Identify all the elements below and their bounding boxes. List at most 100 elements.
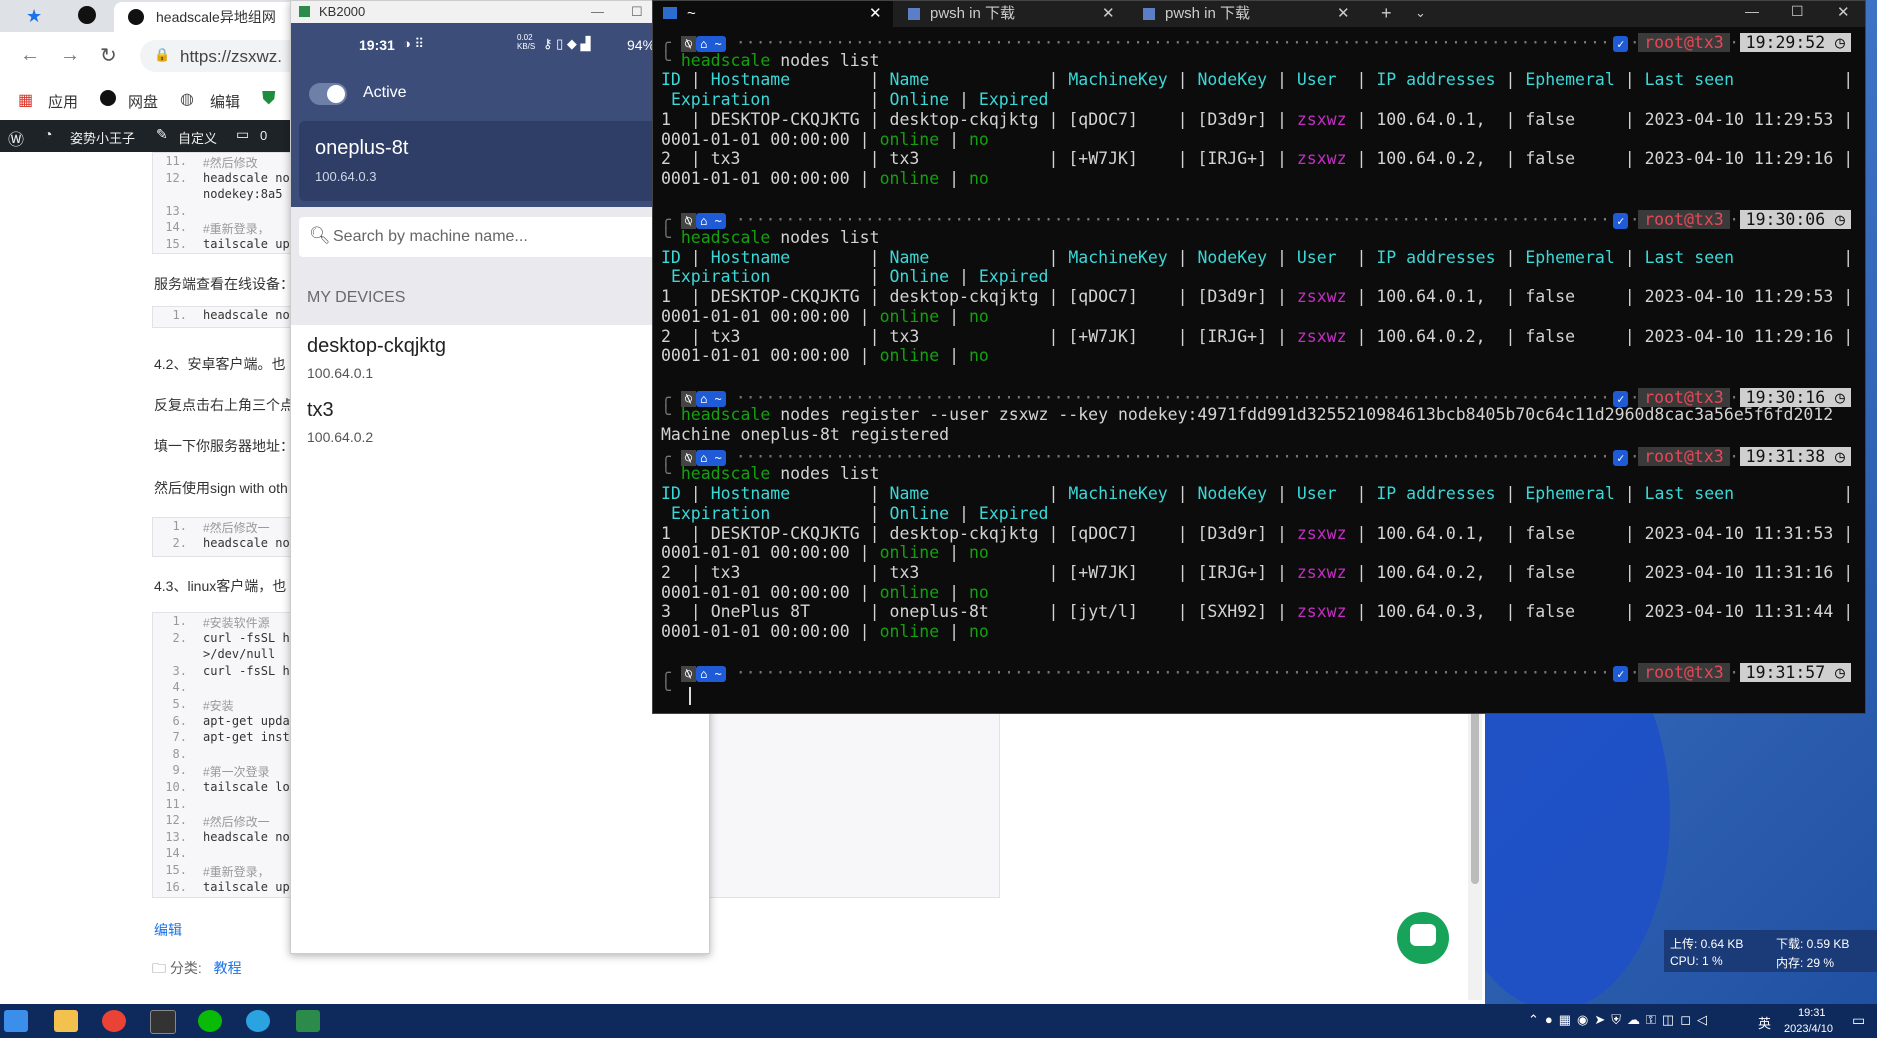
terminal-tab[interactable]: pwsh in 下载 ✕	[1133, 1, 1363, 27]
network-speed: 0.02 KB/S	[517, 33, 536, 51]
prompt-user: root@tx3	[1638, 387, 1730, 407]
command-args: nodes list	[770, 464, 880, 484]
maximize-icon[interactable]: ☐	[631, 1, 643, 23]
code-line: 14. #重新登录，	[153, 219, 293, 236]
close-tab-icon[interactable]: ✕	[1102, 1, 1115, 27]
telegram-icon[interactable]	[246, 1010, 270, 1032]
line-number: 1.	[172, 614, 187, 628]
line-number: 15.	[165, 236, 187, 251]
taskbar-clock[interactable]: 19:31	[1798, 1007, 1826, 1019]
maximize-icon[interactable]: ☐	[1791, 3, 1804, 20]
star-icon[interactable]: ★	[26, 6, 42, 27]
windows-start-icon[interactable]	[4, 1010, 28, 1032]
command-line: ╰ headscale nodes list	[661, 228, 880, 247]
cell-machinekey: [qDOC7]	[1068, 287, 1168, 307]
reload-icon[interactable]: ↻	[100, 43, 117, 68]
cell-user: zsxwz	[1296, 562, 1347, 582]
cell-lastseen: 2023-04-10 11:29:53	[1644, 109, 1834, 129]
line-number: 5.	[172, 696, 187, 711]
line-number: 2.	[172, 630, 187, 645]
cell-name: tx3	[889, 149, 1039, 169]
new-tab-icon[interactable]: +	[1381, 3, 1392, 24]
cell-nodekey: [SXH92]	[1197, 602, 1268, 622]
device-item[interactable]: desktop-ckqjktg 100.64.0.1	[291, 325, 709, 389]
line-number: 3.	[172, 663, 187, 678]
col-header: Hostname	[710, 484, 860, 504]
cell-ephemeral: false	[1525, 326, 1615, 346]
category-link[interactable]: 教程	[214, 960, 242, 976]
wp-customize[interactable]: 自定义	[178, 128, 217, 147]
cell-ip: 100.64.0.2,	[1376, 326, 1496, 346]
cell-ip: 100.64.0.1,	[1376, 109, 1496, 129]
col-header: Ephemeral	[1525, 484, 1615, 504]
search-input[interactable]: 🔍︎ Search by machine name...	[299, 217, 701, 257]
cell-nodekey: [D3d9r]	[1197, 287, 1268, 307]
code-text: tailscale up -	[203, 236, 305, 251]
cell-expired: no	[968, 543, 989, 563]
url-text: https://zsxwz.	[180, 47, 283, 66]
this-node-card[interactable]: oneplus-8t 100.64.0.3	[299, 121, 701, 201]
wordpress-logo-icon[interactable]: Ⓦ	[8, 126, 24, 150]
android-mirror-icon[interactable]	[296, 1010, 320, 1032]
active-toggle[interactable]	[309, 83, 347, 105]
extension-icon[interactable]	[78, 6, 96, 24]
close-tab-icon[interactable]: ✕	[1337, 1, 1350, 27]
terminal-tab-active[interactable]: ~ ✕	[653, 1, 893, 27]
phone-window-title: KB2000	[319, 4, 366, 19]
prompt-os-icon: ⍉	[680, 36, 697, 52]
table-row: 1 | DESKTOP-CKQJKTG | desktop-ckqjktg | …	[661, 287, 1854, 307]
bookmark-edit[interactable]: 编辑	[210, 91, 240, 112]
chat-button[interactable]	[1397, 912, 1449, 964]
lock-icon: 🔒	[154, 47, 171, 62]
table-header: Expiration | Online | Expired	[670, 267, 1049, 287]
tab-label: pwsh in 下载	[930, 5, 1016, 22]
code-text: apt-get upda	[203, 713, 290, 728]
terminal-output[interactable]: ╭ ⍉ ⌂ ~ ·································…	[661, 31, 1861, 711]
file-explorer-icon[interactable]	[54, 1010, 78, 1032]
device-item[interactable]: tx3 100.64.0.2	[291, 389, 709, 453]
cell-online: online	[879, 168, 940, 188]
close-icon[interactable]: ✕	[1837, 3, 1850, 21]
taskbar-date[interactable]: 2023/4/10	[1784, 1023, 1833, 1035]
cell-ip: 100.64.0.2,	[1376, 562, 1496, 582]
notification-icon[interactable]: ▭	[1852, 1012, 1865, 1029]
cell-name: desktop-ckqjktg	[889, 523, 1039, 543]
command-name: headscale	[680, 50, 771, 70]
scrollbar-thumb[interactable]	[1471, 704, 1479, 884]
tray-icons[interactable]: ⌃●▦◉➤⛨☁⚿◫◻◁	[1528, 1012, 1713, 1028]
cell-expired: no	[968, 582, 989, 602]
col-header: Hostname	[710, 247, 860, 267]
back-icon[interactable]: ←	[20, 44, 40, 67]
wp-site-name[interactable]: 姿势小王子	[70, 128, 135, 147]
bookmark-apps[interactable]: 应用	[48, 91, 78, 112]
check-icon: ✓	[1613, 36, 1629, 52]
chevron-down-icon[interactable]: ⌄	[1415, 5, 1426, 21]
col-header: User	[1296, 247, 1347, 267]
prompt-time: 19:30:06 ◷	[1739, 210, 1851, 230]
minimize-icon[interactable]: —	[1745, 3, 1759, 19]
category-row: 🗀 分类: 教程	[152, 958, 242, 982]
bookmark-netdisk[interactable]: 网盘	[128, 91, 158, 112]
terminal-icon[interactable]	[150, 1010, 176, 1034]
chrome-icon[interactable]	[102, 1010, 126, 1032]
cell-hostname: tx3	[710, 562, 860, 582]
device-ip: 100.64.0.1	[307, 365, 374, 381]
cell-ip: 100.64.0.1,	[1376, 287, 1496, 307]
wechat-icon[interactable]	[198, 1010, 222, 1032]
forward-icon[interactable]: →	[60, 44, 80, 67]
shield-icon[interactable]: ⛊	[262, 88, 276, 109]
cell-online: online	[879, 129, 940, 149]
phone-window-titlebar: KB2000 — ☐	[291, 1, 709, 23]
wp-comment-count[interactable]: 0	[260, 128, 267, 143]
download-speed: 下载: 0.59 KB	[1776, 937, 1850, 951]
ime-indicator[interactable]: 英	[1758, 1013, 1771, 1032]
edit-link[interactable]: 编辑	[154, 920, 182, 940]
terminal-tab[interactable]: pwsh in 下载 ✕	[898, 1, 1128, 27]
close-tab-icon[interactable]: ✕	[869, 1, 882, 27]
page-scrollbar[interactable]	[1468, 700, 1482, 1000]
apps-icon[interactable]: ▦	[18, 90, 33, 110]
minimize-icon[interactable]: —	[591, 1, 604, 23]
cell-expired: no	[968, 622, 989, 641]
check-icon: ✓	[1613, 213, 1629, 230]
code-text: #重新登录，	[203, 222, 270, 237]
